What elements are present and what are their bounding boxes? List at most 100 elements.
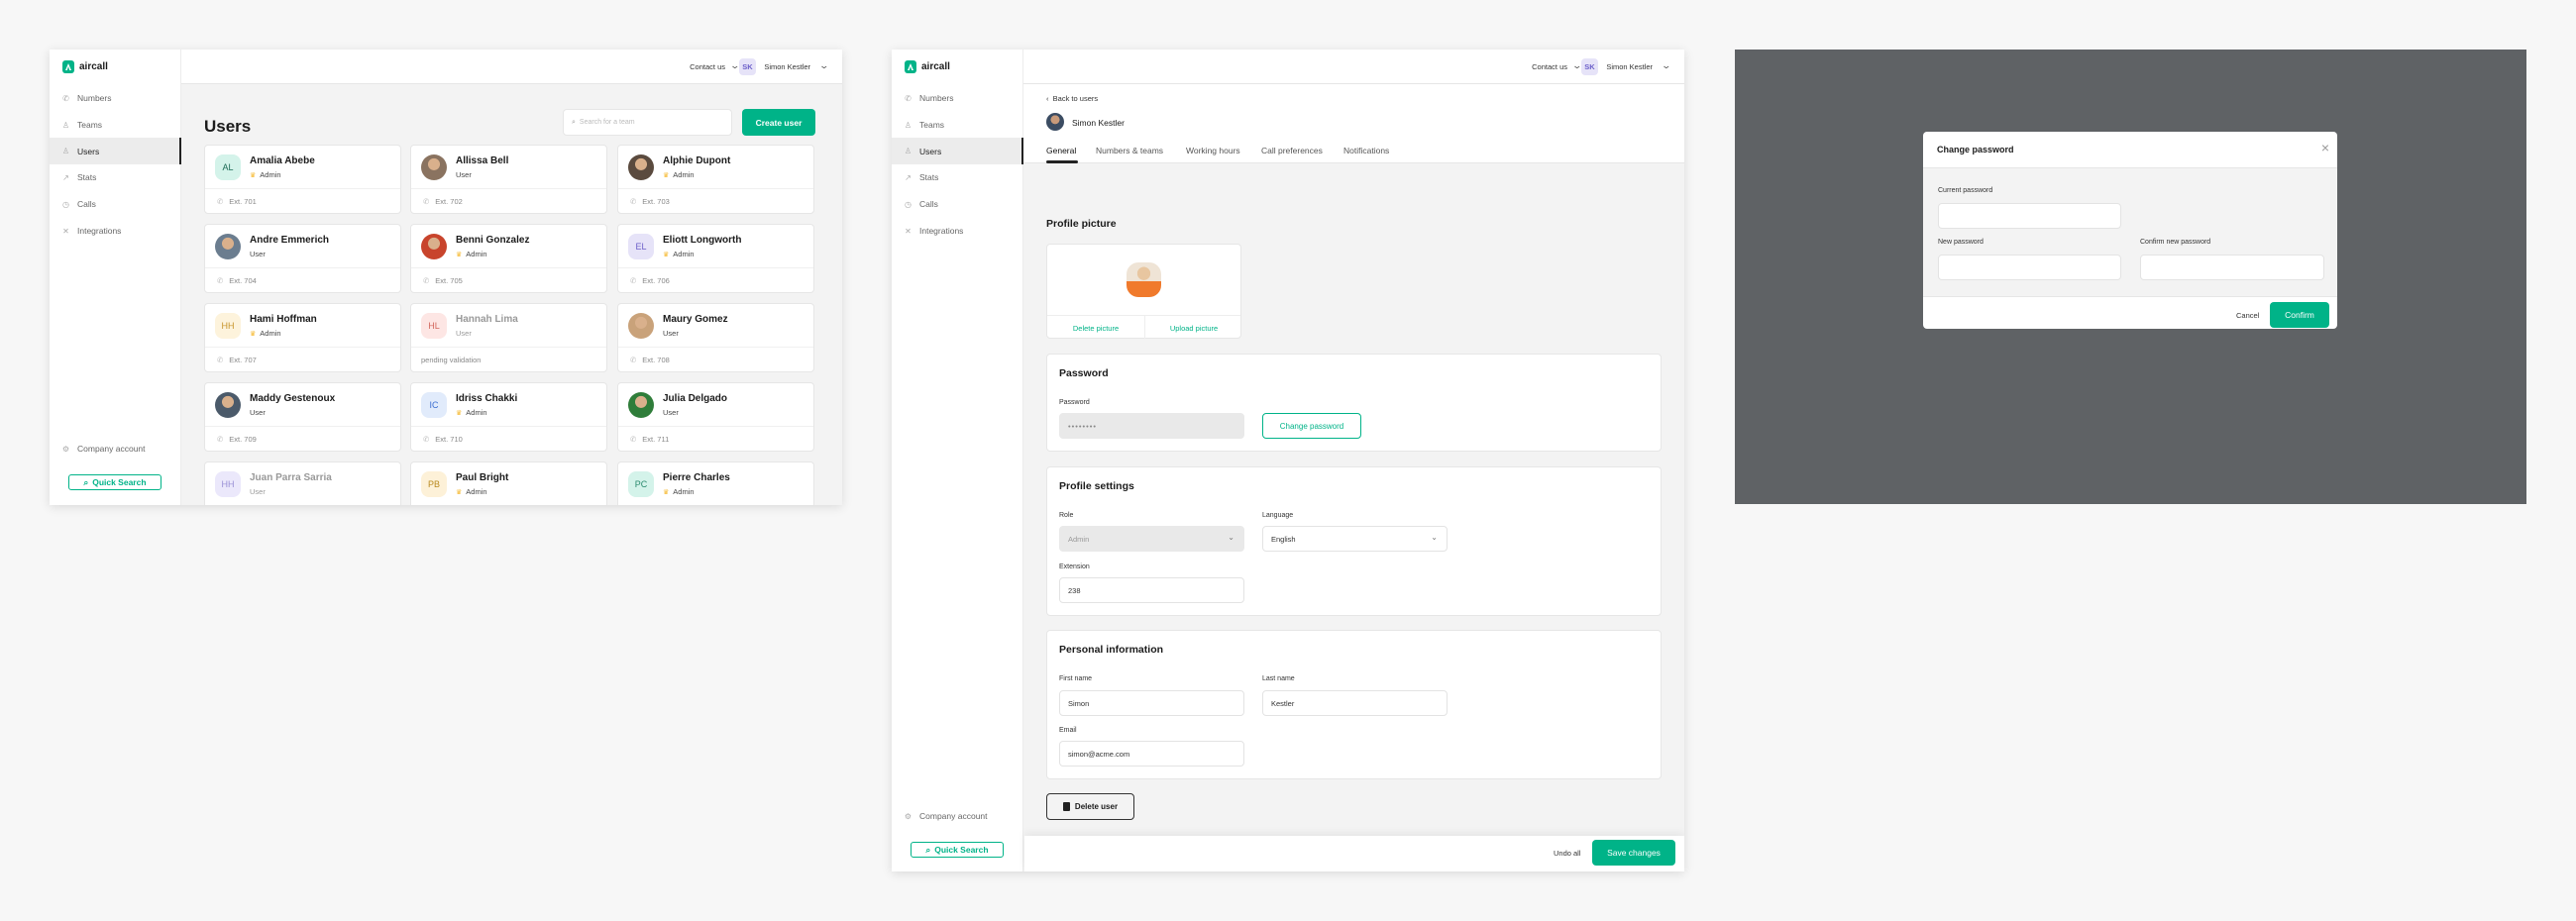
user-card[interactable]: PB Paul Bright ♛ Admin — [410, 461, 607, 505]
company-account-link[interactable]: ⚙ Company account — [61, 444, 146, 454]
phone-icon: ✆ — [423, 435, 430, 444]
sidebar-item-integrations[interactable]: ✕ Integrations — [50, 218, 181, 244]
aircall-logo[interactable]: aircall — [62, 60, 108, 73]
sidebar-item-integrations[interactable]: ✕ Integrations — [892, 218, 1023, 244]
user-card[interactable]: AL Amalia Abebe ♛ Admin ✆ Ext. 701 — [204, 145, 401, 214]
chevron-down-icon: ⌄ — [1431, 533, 1438, 542]
extension-label: Ext. 709 — [229, 435, 257, 444]
user-card[interactable]: Allissa Bell User ✆ Ext. 702 — [410, 145, 607, 214]
user-card-header: IC Idriss Chakki ♛ Admin — [411, 383, 606, 427]
email-input[interactable]: simon@acme.com — [1059, 741, 1244, 767]
user-card-header: AL Amalia Abebe ♛ Admin — [205, 146, 400, 189]
user-card[interactable]: Maddy Gestenoux User ✆ Ext. 709 — [204, 382, 401, 452]
quick-search-button[interactable]: ⌕ Quick Search — [68, 474, 161, 490]
chart-icon: ↗ — [62, 172, 69, 182]
top-header: Contact us ⌄ SK Simon Kestler ⌄ — [1023, 50, 1684, 84]
user-name: Alphie Dupont — [663, 155, 731, 166]
tab-working-hours[interactable]: Working hours — [1186, 146, 1240, 155]
sidebar-item-label: Integrations — [919, 226, 964, 236]
avatar[interactable]: SK — [739, 58, 756, 75]
current-password-input[interactable] — [1938, 203, 2121, 229]
language-select[interactable]: English ⌄ — [1262, 526, 1448, 552]
back-to-users-link[interactable]: ‹ Back to users — [1046, 94, 1098, 103]
delete-user-button[interactable]: Delete user — [1046, 793, 1134, 820]
user-card[interactable]: PC Pierre Charles ♛ Admin — [617, 461, 814, 505]
user-menu[interactable]: Simon Kestler — [1606, 62, 1653, 71]
profile-settings-heading: Profile settings — [1059, 480, 1134, 492]
user-extension: ✆ Ext. 710 — [423, 435, 463, 444]
profile-settings-card: Profile settings Role Admin ⌄ Language En… — [1046, 466, 1662, 616]
phone-icon: ✆ — [630, 197, 637, 206]
tab-general[interactable]: General — [1046, 146, 1076, 155]
sidebar-item-calls[interactable]: ◷ Calls — [892, 191, 1023, 217]
confirm-button[interactable]: Confirm — [2270, 302, 2329, 328]
tab-call-preferences[interactable]: Call preferences — [1261, 146, 1323, 155]
change-password-button[interactable]: Change password — [1262, 413, 1361, 439]
user-card[interactable]: HH Hami Hoffman ♛ Admin ✆ Ext. 707 — [204, 303, 401, 372]
chevron-down-icon[interactable]: ⌄ — [1662, 60, 1672, 71]
aircall-logo[interactable]: aircall — [905, 60, 950, 73]
user-role-label: User — [250, 487, 266, 496]
user-card[interactable]: EL Eliott Longworth ♛ Admin ✆ Ext. 706 — [617, 224, 814, 293]
avatar: HH — [215, 471, 241, 497]
profile-picture-card: Delete picture Upload picture — [1046, 244, 1241, 339]
extension-label: Ext. 704 — [229, 276, 257, 285]
sidebar-item-users[interactable]: ♙ Users — [50, 138, 181, 164]
confirm-password-input[interactable] — [2140, 255, 2324, 280]
avatar[interactable]: SK — [1581, 58, 1598, 75]
upload-picture-button[interactable]: Upload picture — [1145, 324, 1242, 333]
user-card[interactable]: Julia Delgado User ✆ Ext. 711 — [617, 382, 814, 452]
sidebar-item-stats[interactable]: ↗ Stats — [892, 164, 1023, 190]
crown-icon: ♛ — [250, 171, 257, 179]
user-role-label: User — [663, 329, 679, 338]
user-card[interactable]: Alphie Dupont ♛ Admin ✆ Ext. 703 — [617, 145, 814, 214]
create-user-button[interactable]: Create user — [742, 109, 815, 136]
user-extension: ✆ Ext. 711 — [630, 435, 669, 444]
quick-search-button[interactable]: ⌕ Quick Search — [911, 842, 1004, 858]
undo-all-button[interactable]: Undo all — [1554, 849, 1581, 858]
company-account-link[interactable]: ⚙ Company account — [904, 811, 988, 821]
sidebar-item-stats[interactable]: ↗ Stats — [50, 164, 181, 190]
avatar — [628, 392, 654, 418]
first-name-input[interactable]: Simon — [1059, 690, 1244, 716]
extension-label: Ext. 711 — [642, 435, 670, 444]
avatar: AL — [215, 154, 241, 180]
last-name-input[interactable]: Kestler — [1262, 690, 1448, 716]
cancel-button[interactable]: Cancel — [2236, 311, 2259, 320]
contact-us-menu[interactable]: Contact us — [690, 62, 725, 71]
sidebar-item-numbers[interactable]: ✆ Numbers — [892, 85, 1023, 111]
user-card[interactable]: HL Hannah Lima User pending validation — [410, 303, 607, 372]
active-tab-indicator — [1046, 160, 1078, 163]
user-role-label: Admin — [673, 170, 695, 179]
save-changes-button[interactable]: Save changes — [1592, 840, 1675, 866]
new-password-input[interactable] — [1938, 255, 2121, 280]
user-card[interactable]: HH Juan Parra Sarria User — [204, 461, 401, 505]
sidebar-item-numbers[interactable]: ✆ Numbers — [50, 85, 181, 111]
user-card[interactable]: Benni Gonzalez ♛ Admin ✆ Ext. 705 — [410, 224, 607, 293]
user-name: Simon Kestler — [1072, 118, 1125, 128]
sidebar-item-calls[interactable]: ◷ Calls — [50, 191, 181, 217]
delete-picture-button[interactable]: Delete picture — [1047, 324, 1144, 333]
extension-input[interactable]: 238 — [1059, 577, 1244, 603]
user-name: Hami Hoffman — [250, 314, 317, 325]
user-name: Paul Bright — [456, 472, 509, 483]
user-card[interactable]: IC Idriss Chakki ♛ Admin ✆ Ext. 710 — [410, 382, 607, 452]
sidebar-item-teams[interactable]: ♙ Teams — [892, 112, 1023, 138]
user-card[interactable]: Andre Emmerich User ✆ Ext. 704 — [204, 224, 401, 293]
avatar — [421, 234, 447, 259]
user-menu[interactable]: Simon Kestler — [764, 62, 810, 71]
chevron-down-icon: ⌄ — [1228, 533, 1234, 542]
close-icon[interactable]: × — [2321, 140, 2329, 155]
sidebar-item-users[interactable]: ♙ Users — [892, 138, 1023, 164]
contact-us-menu[interactable]: Contact us — [1532, 62, 1567, 71]
user-card[interactable]: Maury Gomez User ✆ Ext. 708 — [617, 303, 814, 372]
tab-numbers-teams[interactable]: Numbers & teams — [1096, 146, 1163, 155]
search-input[interactable]: ⌕ Search for a team — [563, 109, 732, 136]
sidebar-item-teams[interactable]: ♙ Teams — [50, 112, 181, 138]
chevron-down-icon[interactable]: ⌄ — [819, 60, 830, 71]
phone-icon: ✆ — [630, 276, 637, 285]
tab-notifications[interactable]: Notifications — [1343, 146, 1389, 155]
phone-icon: ✆ — [423, 276, 430, 285]
change-password-modal: Change password × Current password New p… — [1923, 132, 2337, 329]
avatar: HL — [421, 313, 447, 339]
